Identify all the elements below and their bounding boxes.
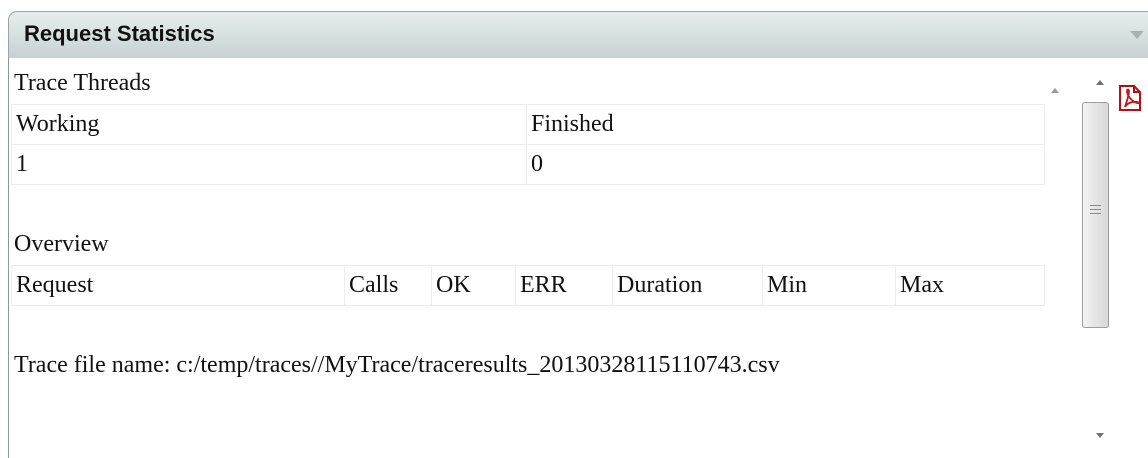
panel-title: Request Statistics: [24, 21, 215, 46]
column-header-duration: Duration: [612, 265, 763, 306]
column-header-finished: Finished: [526, 104, 1045, 145]
working-count: 1: [11, 144, 527, 185]
table-header-row: Working Finished: [11, 104, 1045, 145]
column-header-err: ERR: [515, 265, 613, 306]
grip-icon: [1090, 205, 1101, 214]
overview-table: Request Calls OK ERR Duration Min Max: [11, 265, 1045, 306]
overview-label: Overview: [14, 231, 109, 257]
chevron-down-icon[interactable]: [1130, 31, 1144, 39]
column-header-max: Max: [895, 265, 1045, 306]
finished-count: 0: [526, 144, 1045, 185]
trace-file-name: Trace file name: c:/temp/traces//MyTrace…: [14, 352, 780, 378]
pdf-icon[interactable]: [1116, 84, 1144, 112]
column-header-working: Working: [11, 104, 527, 145]
request-statistics-panel: Request Statistics Trace Threads Working…: [0, 0, 1148, 458]
arrow-up-icon[interactable]: [1096, 80, 1104, 85]
table-row: 1 0: [11, 144, 1045, 185]
panel-content: Trace Threads Working Finished 1 0 Overv…: [8, 58, 1148, 458]
scrollbar-thumb[interactable]: [1082, 102, 1109, 328]
column-header-ok: OK: [431, 265, 516, 306]
panel-title-bar[interactable]: Request Statistics: [8, 11, 1148, 58]
inner-scroll-up-icon[interactable]: [1051, 88, 1059, 93]
table-header-row: Request Calls OK ERR Duration Min Max: [11, 265, 1045, 306]
column-header-min: Min: [762, 265, 896, 306]
trace-threads-label: Trace Threads: [14, 70, 151, 96]
trace-threads-table: Working Finished 1 0: [11, 104, 1045, 185]
column-header-calls: Calls: [344, 265, 432, 306]
arrow-down-icon[interactable]: [1096, 433, 1104, 438]
column-header-request: Request: [11, 265, 345, 306]
